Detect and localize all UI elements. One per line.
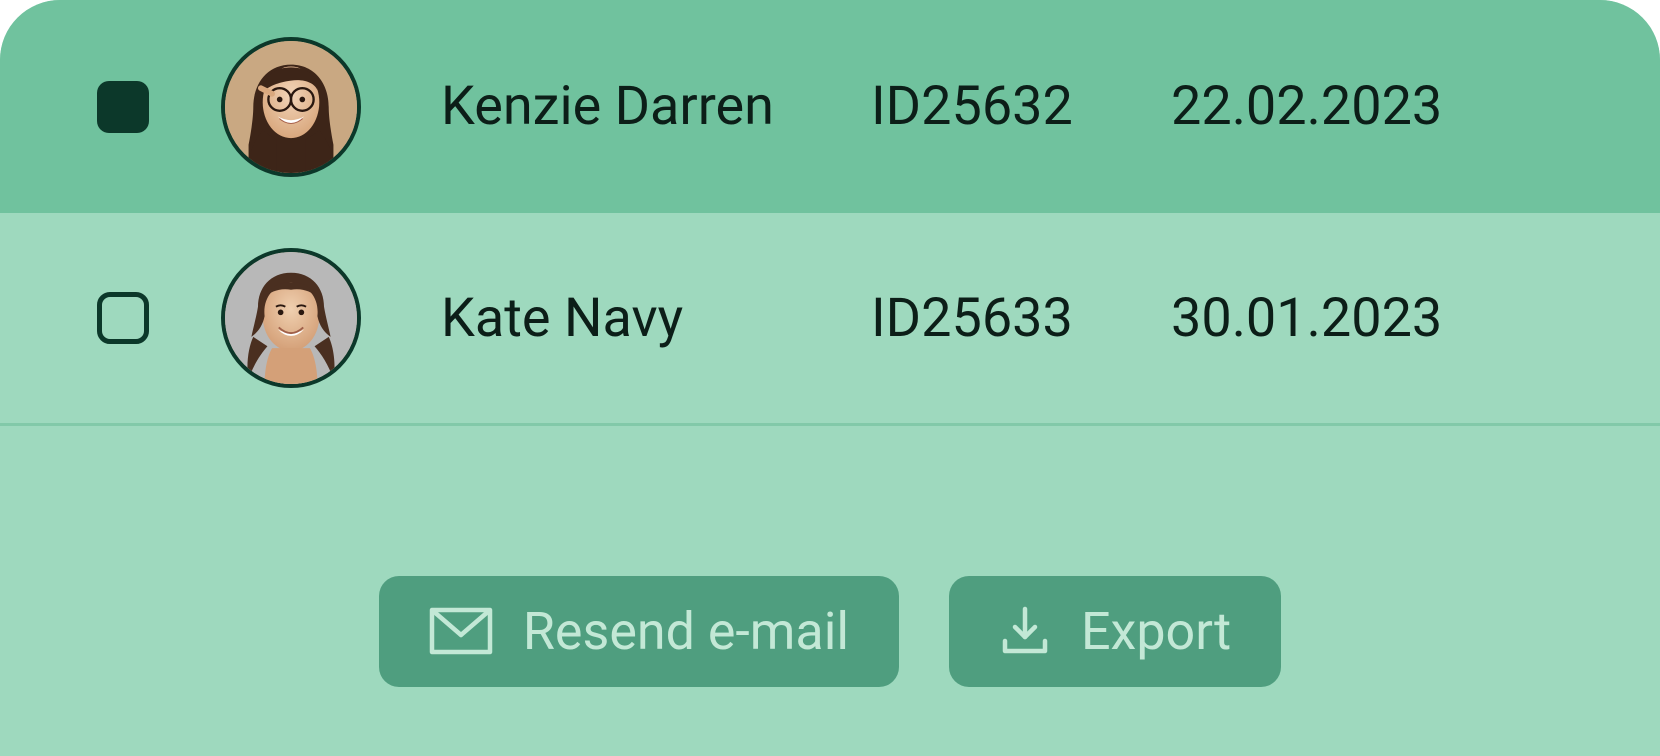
user-name: Kate Navy bbox=[441, 287, 871, 350]
mail-icon bbox=[429, 607, 493, 655]
user-id: ID25633 bbox=[871, 287, 1171, 350]
export-label: Export bbox=[1081, 601, 1231, 662]
resend-email-label: Resend e-mail bbox=[523, 601, 849, 662]
resend-email-button[interactable]: Resend e-mail bbox=[379, 576, 899, 687]
user-list-panel: Kenzie Darren ID25632 22.02.2023 bbox=[0, 0, 1660, 756]
table-row[interactable]: Kenzie Darren ID25632 22.02.2023 bbox=[0, 0, 1660, 213]
user-date: 22.02.2023 bbox=[1171, 75, 1442, 138]
download-icon bbox=[999, 605, 1051, 657]
avatar bbox=[221, 248, 361, 388]
user-id: ID25632 bbox=[871, 75, 1171, 138]
action-bar: Resend e-mail Export bbox=[0, 426, 1660, 756]
export-button[interactable]: Export bbox=[949, 576, 1281, 687]
row-checkbox[interactable] bbox=[95, 79, 151, 135]
user-date: 30.01.2023 bbox=[1171, 287, 1442, 350]
user-name: Kenzie Darren bbox=[441, 75, 871, 138]
avatar bbox=[221, 37, 361, 177]
table-row[interactable]: Kate Navy ID25633 30.01.2023 bbox=[0, 213, 1660, 426]
row-checkbox[interactable] bbox=[95, 290, 151, 346]
